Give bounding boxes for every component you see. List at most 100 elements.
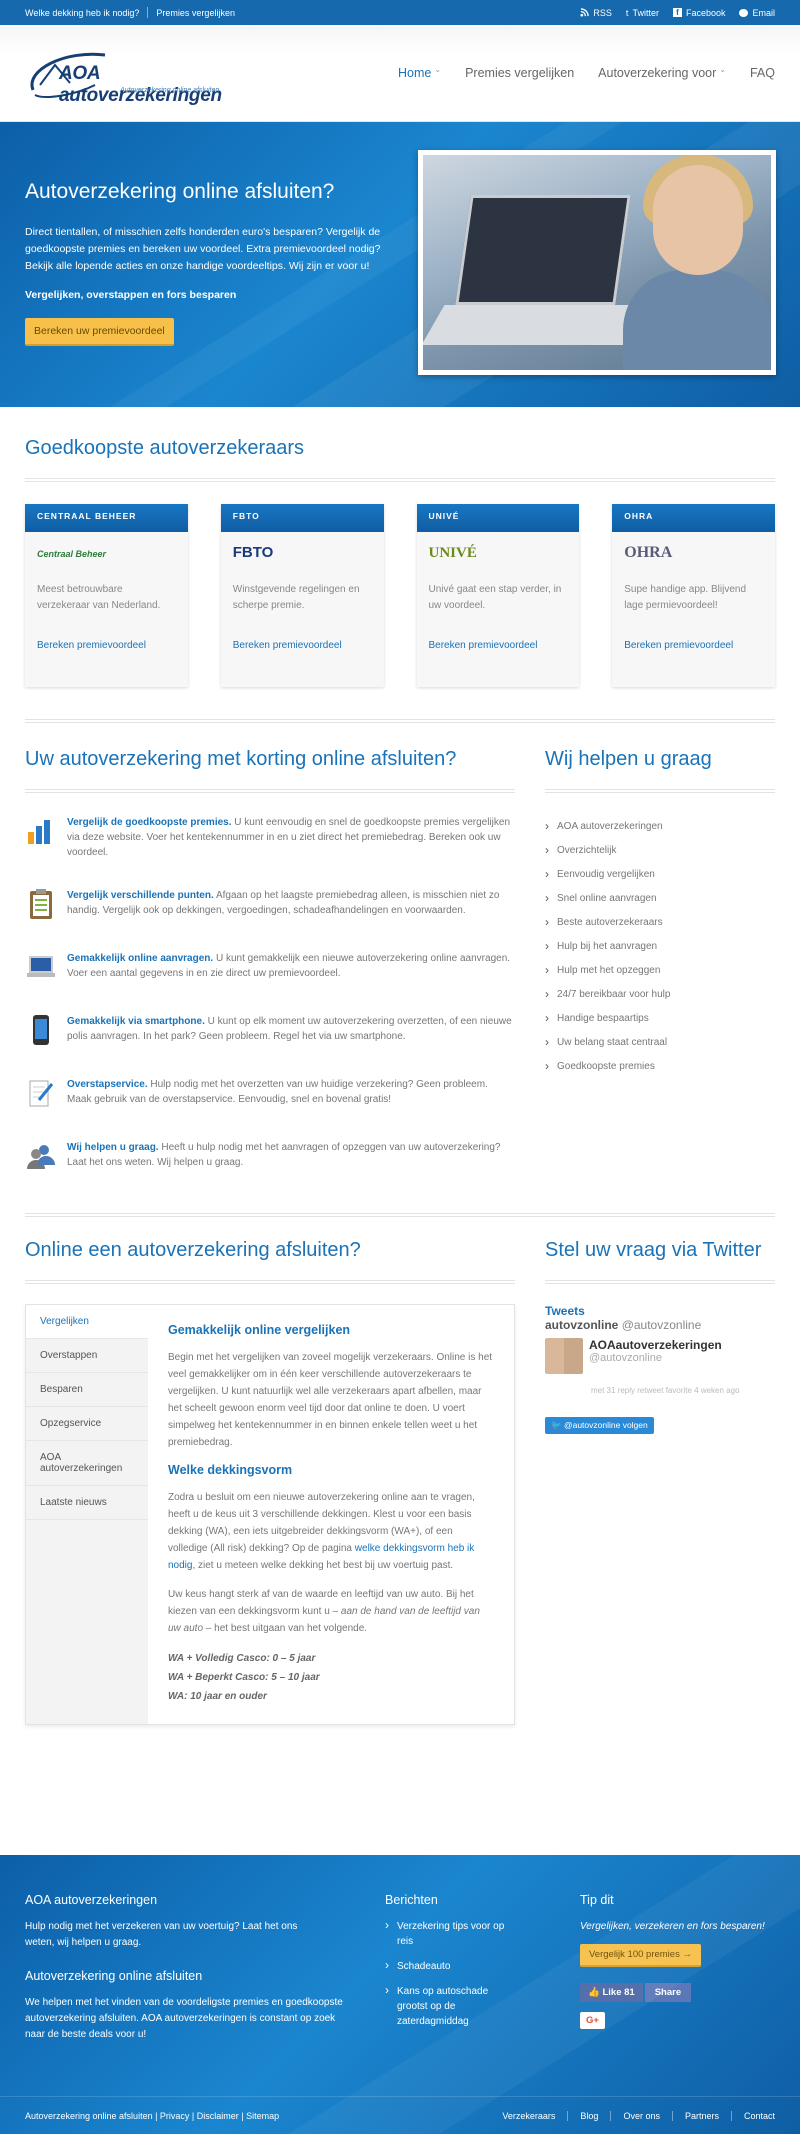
card-link[interactable]: Bereken premievoordeel: [417, 640, 580, 651]
help-item[interactable]: Snel online aanvragen: [545, 887, 775, 911]
insurer-card-centraal-beheer: CENTRAAL BEHEER Centraal Beheer Meest be…: [25, 504, 188, 687]
twitter-account-name[interactable]: autovzonline: [545, 1318, 618, 1332]
help-item[interactable]: Goedkoopste premies: [545, 1055, 775, 1079]
card-link[interactable]: Bereken premievoordeel: [612, 640, 775, 651]
twitter-link[interactable]: t Twitter: [626, 8, 659, 18]
fbto-logo-text: FBTO: [232, 544, 274, 561]
hero-paragraph: Direct tientallen, of misschien zelfs ho…: [25, 226, 381, 272]
rss-label: RSS: [593, 7, 612, 18]
feature-bold[interactable]: Wij helpen u graag.: [67, 1142, 159, 1153]
tweet: AOAautoverzekeringen @autovzonline: [545, 1338, 775, 1374]
twitter-title: Stel uw vraag via Twitter: [545, 1239, 762, 1261]
footer-link-blog[interactable]: Blog: [567, 2110, 598, 2121]
top-link-dekking[interactable]: Welke dekking heb ik nodig?: [25, 8, 147, 18]
nav-home[interactable]: Home ⌄: [398, 65, 441, 80]
tab-overstappen[interactable]: Overstappen: [26, 1339, 148, 1373]
email-label: Email: [752, 7, 775, 18]
tweets-heading: Tweets: [545, 1304, 585, 1318]
bereken-link[interactable]: Bereken premievoordeel: [429, 640, 538, 651]
help-item[interactable]: Hulp bij het aanvragen: [545, 935, 775, 959]
face-shape: [653, 165, 743, 275]
nav-autoverzekering-voor[interactable]: Autoverzekering voor ⌄: [598, 65, 726, 80]
footer-heading: Berichten: [385, 1893, 438, 1907]
site-footer: AOA autoverzekeringen Hulp nodig met het…: [0, 1855, 800, 2134]
card-description: Meest betrouwbare verzekeraar van Nederl…: [37, 584, 161, 611]
footer-bottom-left[interactable]: Autoverzekering online afsluiten | Priva…: [25, 2111, 279, 2121]
centraal-beheer-logo: Centraal Beheer: [25, 532, 188, 577]
tab-aoa-autoverzekeringen[interactable]: AOA autoverzekeringen: [26, 1441, 148, 1486]
footer-link-partners[interactable]: Partners: [671, 2110, 719, 2121]
centraal-beheer-logo-text: Centraal Beheer: [37, 549, 107, 559]
tab-opzegservice[interactable]: Opzegservice: [26, 1407, 148, 1441]
help-list: AOA autoverzekeringen Overzichtelijk Een…: [545, 815, 775, 1079]
footer-link-contact[interactable]: Contact: [730, 2110, 775, 2121]
fbto-logo: FBTO: [221, 532, 384, 577]
bird-icon: 🐦: [551, 1420, 562, 1430]
top-link-premies[interactable]: Premies vergelijken: [156, 8, 243, 18]
card-link[interactable]: Bereken premievoordeel: [25, 640, 188, 651]
tab-besparen[interactable]: Besparen: [26, 1373, 148, 1407]
top-bar: Welke dekking heb ik nodig? Premies verg…: [0, 0, 800, 25]
site-logo[interactable]: AOA autoverzekeringen Autoverzekering on…: [25, 43, 255, 106]
online-section: Online een autoverzekering afsluiten? Ve…: [0, 1239, 800, 1725]
card-header: OHRA: [612, 504, 775, 532]
footer-post-link[interactable]: Kans op autoschade grootst op de zaterda…: [385, 1983, 495, 2029]
rss-link[interactable]: RSS: [580, 8, 612, 18]
help-item[interactable]: Eenvoudig vergelijken: [545, 863, 775, 887]
footer-bottom-bar: Autoverzekering online afsluiten | Priva…: [0, 2096, 800, 2134]
bereken-link[interactable]: Bereken premievoordeel: [37, 640, 146, 651]
card-description: Supe handige app. Blijvend lage permievo…: [624, 584, 747, 611]
twitter-follow-button[interactable]: 🐦 @autovzonline volgen: [545, 1417, 654, 1434]
feature-item: Gemakkelijk via smartphone. U kunt op el…: [25, 1014, 515, 1049]
card-description: Winstgevende regelingen en scherpe premi…: [232, 584, 360, 611]
unive-logo: UNIVÉ: [417, 532, 580, 577]
feature-bold[interactable]: Vergelijk verschillende punten.: [67, 890, 214, 901]
twitter-column: Stel uw vraag via Twitter Tweets autovzo…: [545, 1239, 775, 1725]
help-title: Wij helpen u graag: [545, 748, 712, 770]
feature-bold[interactable]: Overstapservice.: [67, 1079, 148, 1090]
footer-link-verzekeraars[interactable]: Verzekeraars: [502, 2111, 555, 2121]
content-paragraph: Uw keus hangt sterk af van de waarde en …: [168, 1586, 494, 1637]
bereken-premievoordeel-button[interactable]: Bereken uw premievoordeel: [25, 318, 174, 346]
top-links: Welke dekking heb ik nodig? Premies verg…: [25, 7, 243, 18]
twitter-account-handle: @autovzonline: [621, 1318, 702, 1332]
help-item[interactable]: 24/7 bereikbaar voor hulp: [545, 983, 775, 1007]
nav-premies[interactable]: Premies vergelijken: [465, 66, 574, 80]
help-item[interactable]: Handige bespaartips: [545, 1007, 775, 1031]
help-item[interactable]: Hulp met het opzeggen: [545, 959, 775, 983]
ohra-logo-text: OHRA: [624, 544, 673, 561]
feature-item: Overstapservice. Hulp nodig met het over…: [25, 1077, 515, 1112]
nav-faq[interactable]: FAQ: [750, 66, 775, 80]
help-item[interactable]: Overzichtelijk: [545, 839, 775, 863]
online-title: Online een autoverzekering afsluiten?: [25, 1239, 361, 1261]
card-link[interactable]: Bereken premievoordeel: [221, 640, 384, 651]
feature-bold[interactable]: Vergelijk de goedkoopste premies.: [67, 817, 232, 828]
help-item[interactable]: Beste autoverzekeraars: [545, 911, 775, 935]
avatar: [545, 1338, 583, 1374]
feature-text: Vergelijk de goedkoopste premies. U kunt…: [67, 815, 515, 860]
laptop-screen: [455, 195, 631, 305]
feature-bold[interactable]: Gemakkelijk online aanvragen.: [67, 953, 213, 964]
tab-laatste-nieuws[interactable]: Laatste nieuws: [26, 1486, 148, 1520]
bereken-link[interactable]: Bereken premievoordeel: [624, 640, 733, 651]
feature-bold[interactable]: Gemakkelijk via smartphone.: [67, 1016, 205, 1027]
footer-post-link[interactable]: Verzekering tips voor op reis: [385, 1918, 515, 1949]
footer-link-over-ons[interactable]: Over ons: [610, 2110, 660, 2121]
bereken-link[interactable]: Bereken premievoordeel: [233, 640, 342, 651]
help-item[interactable]: AOA autoverzekeringen: [545, 815, 775, 839]
tab-vergelijken[interactable]: Vergelijken: [26, 1305, 148, 1339]
footer-heading: Autoverzekering online afsluiten: [25, 1969, 203, 1983]
insurers-title: Goedkoopste autoverzekeraars: [25, 437, 305, 459]
card-header: CENTRAAL BEHEER: [25, 504, 188, 532]
footer-post-link[interactable]: Schadeauto: [385, 1958, 580, 1974]
clipboard-icon: [25, 888, 57, 920]
card-header: FBTO: [220, 504, 384, 532]
feature-text: Overstapservice. Hulp nodig met het over…: [67, 1077, 515, 1112]
help-item[interactable]: Uw belang staat centraal: [545, 1031, 775, 1055]
insurer-card-ohra: OHRA OHRA Supe handige app. Blijvend lag…: [612, 504, 775, 687]
online-column: Online een autoverzekering afsluiten? Ve…: [25, 1239, 515, 1725]
tweet-author-name[interactable]: AOAautoverzekeringen: [589, 1338, 722, 1352]
facebook-link[interactable]: f Facebook: [672, 8, 725, 18]
footer-text: Hulp nodig met het verzekeren van uw voe…: [25, 1921, 298, 1948]
email-link[interactable]: Email: [739, 8, 775, 18]
